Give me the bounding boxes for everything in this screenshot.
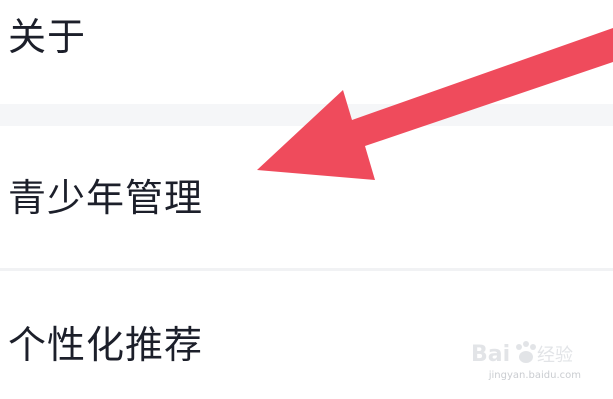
settings-item-youth-management-label: 青少年管理 [8,176,204,220]
settings-screen: 关于 青少年管理 个性化推荐 Bai 经验 jingyan.baidu.com [0,0,613,399]
watermark-url: jingyan.baidu.com [488,370,581,381]
svg-text:Bai: Bai [471,342,510,367]
settings-item-youth-management[interactable]: 青少年管理 [0,126,613,268]
baidu-jingyan-logo: Bai 经验 [471,341,573,367]
settings-item-personalized-recommendation-label: 个性化推荐 [8,323,204,367]
section-separator [0,104,613,126]
settings-item-about-label: 关于 [8,15,87,59]
settings-item-about[interactable]: 关于 [0,0,613,104]
svg-text:经验: 经验 [537,345,573,366]
baidu-jingyan-watermark: Bai 经验 jingyan.baidu.com [471,338,581,381]
